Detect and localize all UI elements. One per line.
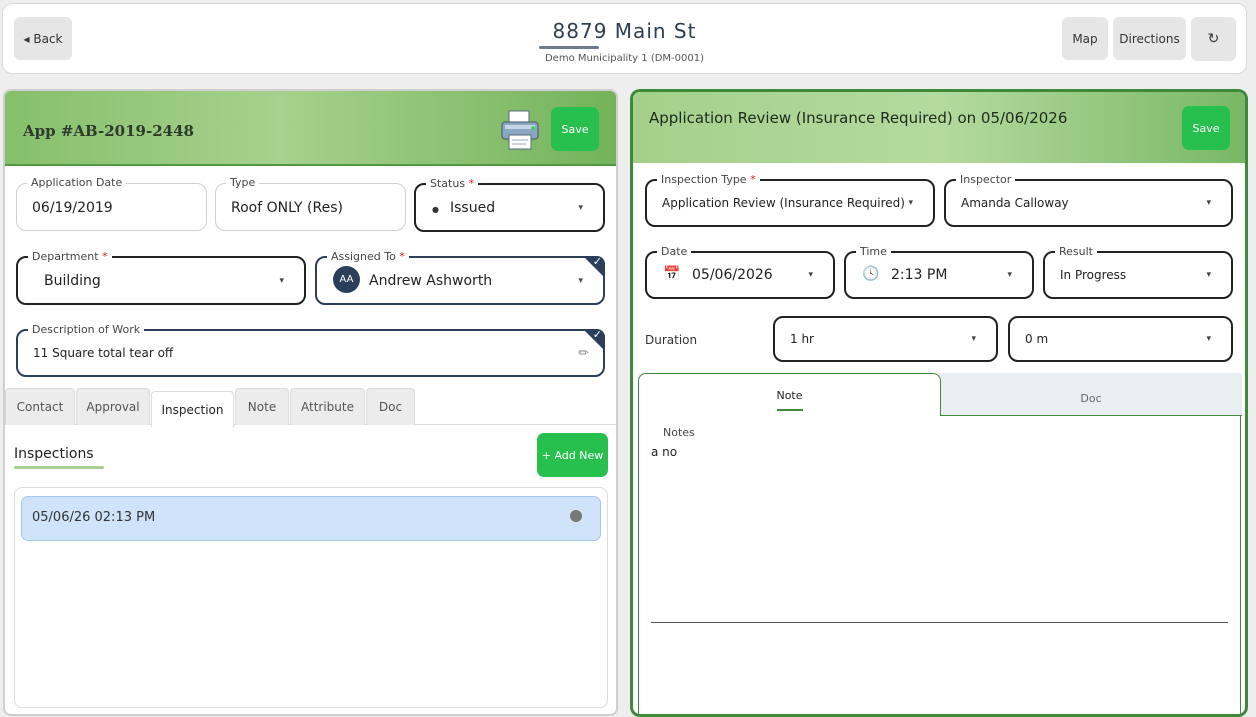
department-value: Building: [44, 273, 101, 289]
tab-inspection[interactable]: Inspection: [151, 391, 234, 427]
notes-editor[interactable]: Notes a no: [638, 416, 1241, 714]
calendar-icon: 📅: [663, 266, 681, 282]
doc-tab-label: Doc: [1080, 392, 1102, 405]
status-label: Status *: [426, 177, 479, 191]
application-header: App #AB-2019-2448 Save: [5, 91, 616, 166]
notes-value[interactable]: a no: [651, 445, 677, 459]
date-picker[interactable]: Date 📅 05/06/2026 ▾: [645, 245, 835, 299]
tab-attribute[interactable]: Attribute: [290, 388, 365, 425]
duration-minutes-value: 0 m: [1025, 332, 1049, 346]
check-icon: ✓: [592, 328, 602, 341]
time-label: Time: [856, 245, 891, 259]
review-header: Application Review (Insurance Required) …: [633, 92, 1245, 163]
description-field[interactable]: Description of Work 11 Square total tear…: [16, 323, 605, 377]
printer-icon[interactable]: [499, 108, 543, 152]
chevron-down-icon: ▾: [971, 334, 976, 344]
description-value: 11 Square total tear off: [33, 346, 174, 360]
review-title: Application Review (Insurance Required) …: [649, 109, 1068, 127]
inspections-underline: [14, 466, 104, 469]
tab-doc[interactable]: Doc: [366, 388, 415, 425]
notes-underline: [651, 622, 1228, 623]
application-date-value: 06/19/2019: [32, 200, 113, 216]
chevron-down-icon: ▾: [1007, 270, 1012, 280]
assigned-to-select[interactable]: Assigned To * AA Andrew Ashworth ▾ ✓: [315, 250, 605, 305]
refresh-icon[interactable]: ↻: [1191, 17, 1236, 61]
status-select[interactable]: Status * ● Issued ▾: [414, 177, 605, 232]
application-panel: App #AB-2019-2448 Save Application Date …: [3, 89, 618, 716]
inspections-list: 05/06/26 02:13 PM: [14, 487, 608, 708]
chevron-down-icon: ▾: [578, 203, 583, 213]
chevron-down-icon: ▾: [1206, 270, 1211, 280]
result-value: In Progress: [1060, 268, 1127, 282]
tab-approval[interactable]: Approval: [76, 388, 150, 425]
description-label: Description of Work: [28, 323, 145, 337]
inspector-value: Amanda Calloway: [961, 196, 1069, 210]
chevron-down-icon: ▾: [1206, 198, 1211, 208]
status-value: Issued: [450, 200, 496, 216]
status-dot-icon: [570, 510, 582, 522]
chevron-down-icon: ▾: [279, 276, 284, 286]
review-save-button[interactable]: Save: [1182, 106, 1230, 150]
date-label: Date: [657, 245, 692, 259]
assigned-to-label: Assigned To *: [327, 250, 409, 264]
check-icon: ✓: [592, 255, 602, 268]
duration-hours-select[interactable]: 1 hr ▾: [773, 316, 998, 362]
chevron-down-icon: ▾: [908, 198, 913, 208]
duration-hours-value: 1 hr: [790, 332, 814, 346]
tab-note[interactable]: Note: [638, 373, 941, 417]
chevron-down-icon: ▾: [808, 270, 813, 280]
clock-icon: 🕓: [862, 266, 880, 282]
application-save-button[interactable]: Save: [551, 107, 599, 151]
inspection-datetime: 05/06/26 02:13 PM: [32, 510, 156, 525]
note-tab-label: Note: [776, 389, 803, 402]
type-label: Type: [226, 176, 260, 190]
directions-button[interactable]: Directions: [1113, 17, 1186, 60]
duration-label: Duration: [645, 333, 698, 347]
tab-doc[interactable]: Doc: [940, 374, 1242, 416]
inspection-type-select[interactable]: Inspection Type * Application Review (In…: [645, 173, 935, 227]
inspector-select[interactable]: Inspector Amanda Calloway ▾: [944, 173, 1233, 227]
tab-note[interactable]: Note: [235, 388, 289, 425]
application-date-label: Application Date: [27, 176, 127, 190]
time-picker[interactable]: Time 🕓 2:13 PM ▾: [844, 245, 1034, 299]
inspections-title: Inspections: [14, 446, 94, 462]
result-label: Result: [1055, 245, 1097, 259]
note-tab-underline: [777, 409, 803, 411]
tab-contact[interactable]: Contact: [5, 388, 75, 425]
header-bar: ◂ Back 8879 Main St Demo Municipality 1 …: [2, 3, 1247, 74]
result-select[interactable]: Result In Progress ▾: [1043, 245, 1233, 299]
title-underline: [539, 46, 599, 49]
assigned-to-value: Andrew Ashworth: [369, 273, 493, 289]
map-button[interactable]: Map: [1062, 17, 1108, 60]
list-item[interactable]: 05/06/26 02:13 PM: [21, 496, 601, 541]
time-value: 2:13 PM: [891, 267, 948, 283]
type-field[interactable]: Type Roof ONLY (Res): [215, 176, 406, 231]
date-value: 05/06/2026: [692, 267, 773, 283]
department-label: Department *: [28, 250, 112, 264]
notes-label: Notes: [663, 426, 695, 439]
inspection-review-panel: Application Review (Insurance Required) …: [630, 89, 1248, 717]
inspector-label: Inspector: [956, 173, 1016, 187]
page-title: 8879 Main St: [552, 19, 697, 43]
department-select[interactable]: Department * Building ▾: [16, 250, 306, 305]
add-new-button[interactable]: + Add New: [537, 433, 608, 477]
type-value: Roof ONLY (Res): [231, 200, 343, 216]
page-subtitle: Demo Municipality 1 (DM-0001): [544, 53, 705, 64]
inspection-type-label: Inspection Type *: [657, 173, 760, 187]
status-dot-icon: ●: [432, 205, 439, 214]
application-date-field[interactable]: Application Date 06/19/2019: [16, 176, 207, 231]
application-title: App #AB-2019-2448: [23, 122, 194, 140]
duration-minutes-select[interactable]: 0 m ▾: [1008, 316, 1233, 362]
avatar: AA: [333, 266, 360, 293]
chevron-down-icon: ▾: [1206, 334, 1211, 344]
inspection-type-value: Application Review (Insurance Required): [662, 196, 905, 210]
